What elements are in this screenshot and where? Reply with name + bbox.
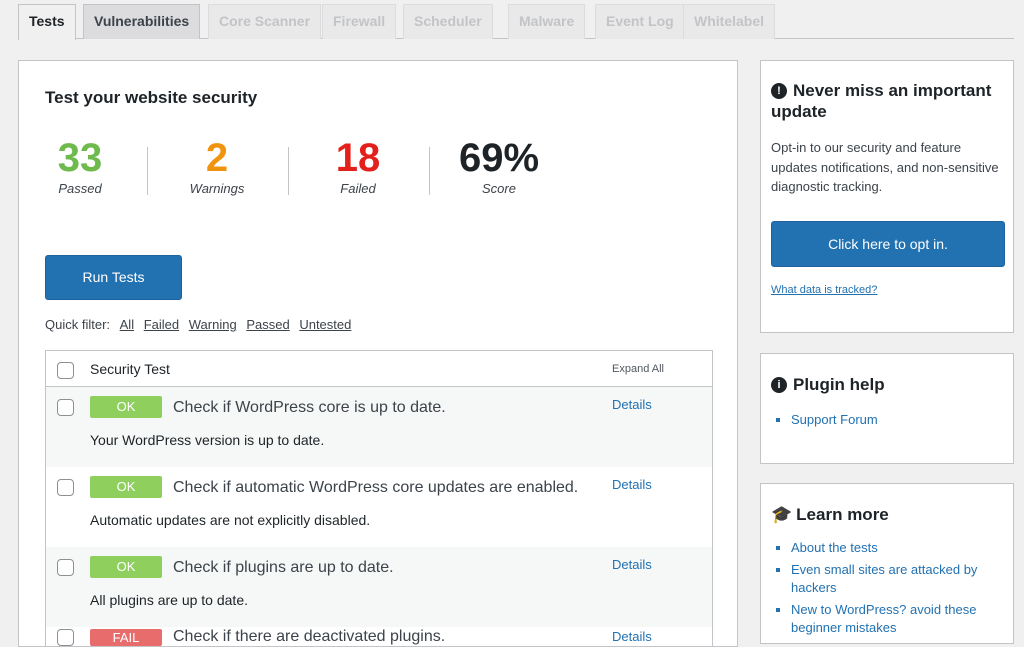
details-link[interactable]: Details: [612, 397, 652, 412]
tab-bar: Tests Vulnerabilities Core Scanner Firew…: [18, 4, 1014, 39]
tab-firewall[interactable]: Firewall: [322, 4, 396, 39]
tab-core-scanner[interactable]: Core Scanner: [208, 4, 321, 39]
row-checkbox[interactable]: [57, 479, 74, 496]
details-link[interactable]: Details: [612, 557, 652, 572]
quick-filter-label: Quick filter:: [45, 317, 110, 332]
row-checkbox[interactable]: [57, 399, 74, 416]
page-title: Test your website security: [45, 88, 257, 108]
table-header: Security Test Expand All: [46, 351, 712, 387]
opt-in-button[interactable]: Click here to opt in.: [771, 221, 1005, 267]
stat-value: 18: [298, 137, 418, 179]
test-description: Your WordPress version is up to date.: [90, 432, 324, 448]
learn-more-box: 🎓Learn more About the tests Even small s…: [760, 483, 1014, 644]
stat-value: 69%: [439, 137, 559, 179]
row-checkbox[interactable]: [57, 629, 74, 646]
details-link[interactable]: Details: [612, 629, 652, 645]
expand-all-link[interactable]: Expand All: [612, 363, 664, 375]
stat-label: Score: [439, 181, 559, 196]
tab-whitelabel[interactable]: Whitelabel: [683, 4, 775, 39]
divider: [147, 147, 148, 195]
graduation-cap-icon: 🎓: [771, 505, 792, 524]
stat-value: 2: [157, 137, 277, 179]
test-title: Check if plugins are up to date.: [173, 559, 394, 577]
learn-link[interactable]: New to WordPress? avoid these beginner m…: [791, 602, 976, 635]
test-title: Check if automatic WordPress core update…: [173, 479, 578, 497]
stat-passed: 33 Passed: [20, 137, 140, 196]
test-description: All plugins are up to date.: [90, 592, 248, 608]
plugin-help-box: i Plugin help Support Forum: [760, 353, 1014, 464]
tab-tests[interactable]: Tests: [18, 4, 76, 40]
status-badge: FAIL: [90, 629, 162, 646]
filter-passed[interactable]: Passed: [246, 317, 289, 332]
help-title: Plugin help: [793, 375, 885, 394]
tab-event-log[interactable]: Event Log: [595, 4, 685, 39]
filter-warning[interactable]: Warning: [189, 317, 237, 332]
test-description: Automatic updates are not explicitly dis…: [90, 512, 370, 528]
stat-warnings: 2 Warnings: [157, 137, 277, 196]
filter-all[interactable]: All: [120, 317, 134, 332]
select-all-checkbox[interactable]: [57, 362, 74, 379]
stat-label: Failed: [298, 181, 418, 196]
learn-title: Learn more: [796, 505, 889, 524]
table-row: OK Check if automatic WordPress core upd…: [46, 467, 712, 547]
column-header: Security Test: [90, 361, 170, 377]
row-checkbox[interactable]: [57, 559, 74, 576]
test-title: Check if there are deactivated plugins.: [173, 628, 445, 646]
optin-box: !Never miss an important update Opt-in t…: [760, 60, 1014, 333]
divider: [288, 147, 289, 195]
run-tests-button[interactable]: Run Tests: [45, 255, 182, 300]
optin-text: Opt-in to our security and feature updat…: [771, 138, 1003, 197]
alert-icon: !: [771, 83, 787, 99]
table-row: FAIL Check if there are deactivated plug…: [46, 627, 712, 646]
security-test-panel: Test your website security 33 Passed 2 War…: [18, 60, 738, 647]
table-row: OK Check if WordPress core is up to date…: [46, 387, 712, 467]
support-forum-link[interactable]: Support Forum: [791, 412, 878, 427]
learn-link[interactable]: Even small sites are attacked by hackers: [791, 562, 977, 595]
stat-value: 33: [20, 137, 140, 179]
filter-failed[interactable]: Failed: [144, 317, 179, 332]
stat-failed: 18 Failed: [298, 137, 418, 196]
status-badge: OK: [90, 556, 162, 578]
filter-untested[interactable]: Untested: [299, 317, 351, 332]
stat-label: Warnings: [157, 181, 277, 196]
stat-label: Passed: [20, 181, 140, 196]
divider: [429, 147, 430, 195]
tab-vulnerabilities[interactable]: Vulnerabilities: [83, 4, 200, 39]
security-test-table: Security Test Expand All OK Check if Wor…: [45, 350, 713, 646]
tab-scheduler[interactable]: Scheduler: [403, 4, 493, 39]
info-icon: i: [771, 377, 787, 393]
tab-malware[interactable]: Malware: [508, 4, 585, 39]
status-badge: OK: [90, 396, 162, 418]
optin-title: Never miss an important update: [771, 81, 991, 121]
status-badge: OK: [90, 476, 162, 498]
test-title: Check if WordPress core is up to date.: [173, 399, 446, 417]
learn-link[interactable]: About the tests: [791, 540, 878, 555]
details-link[interactable]: Details: [612, 477, 652, 492]
what-data-tracked-link[interactable]: What data is tracked?: [771, 284, 877, 296]
stat-score: 69% Score: [439, 137, 559, 196]
quick-filter: Quick filter: All Failed Warning Passed …: [45, 317, 351, 332]
table-row: OK Check if plugins are up to date. All …: [46, 547, 712, 627]
